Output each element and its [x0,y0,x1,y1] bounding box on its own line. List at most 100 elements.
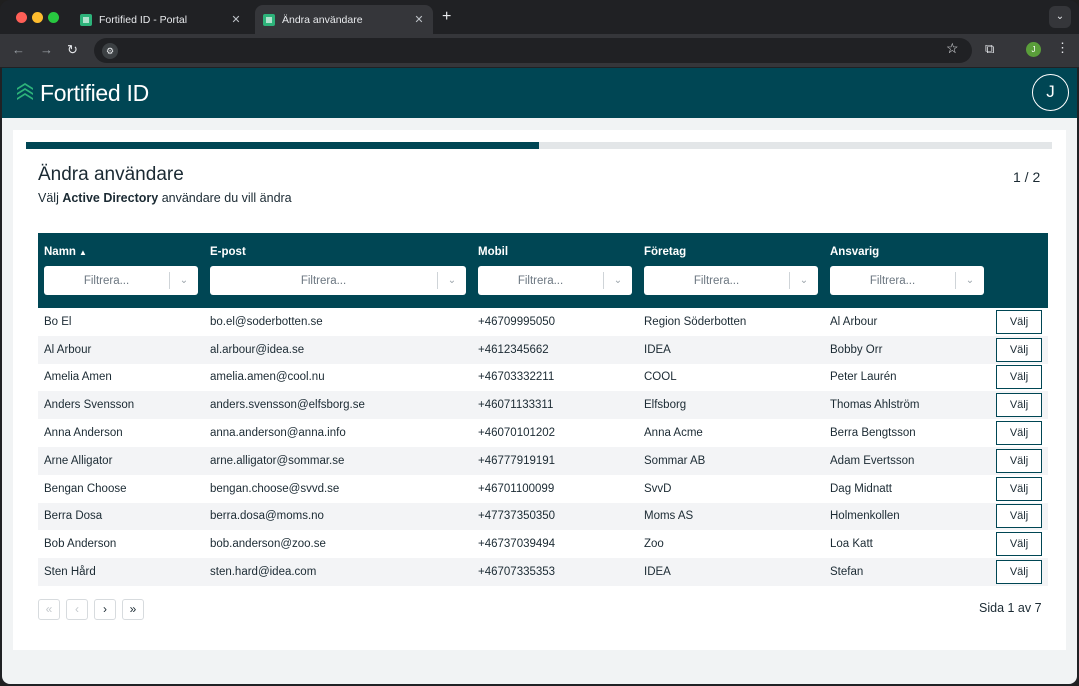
cell-action: Välj [990,558,1048,586]
cell-company: IDEA [644,566,671,579]
select-user-button[interactable]: Välj [996,393,1042,418]
filter-placeholder: Filtrera... [83,274,130,287]
chevron-down-icon[interactable]: ⌄ [790,275,818,286]
close-window-button[interactable] [16,12,27,23]
select-user-button[interactable]: Välj [996,421,1042,446]
cell-responsible: Dag Midnatt [830,482,893,495]
cell-responsible: Holmenkollen [830,510,900,523]
cell-email: bengan.choose@svvd.se [210,482,340,495]
reload-icon[interactable]: ↻ [67,42,78,58]
cell-action: Välj [990,308,1048,336]
cell-action: Välj [990,364,1048,392]
progress-fill [26,142,539,149]
select-user-button[interactable]: Välj [996,476,1042,501]
column-label: Företag [644,246,687,258]
cell-company: Sommar AB [644,454,706,467]
sort-ascending-icon[interactable]: ▲ [79,248,87,257]
select-user-button[interactable]: Välj [996,337,1042,362]
cell-email: anders.svensson@elfsborg.se [210,399,365,412]
last-page-button[interactable]: » [122,599,144,620]
filter-epost[interactable]: Filtrera... ⌄ [210,266,466,295]
filter-placeholder: Filtrera... [693,274,740,287]
filter-foretag[interactable]: Filtrera... ⌄ [644,266,818,295]
table-header-row: Namn▲ Filtrera... ⌄ E-post Filtrera... [38,233,1048,308]
cell-responsible: Stefan [830,566,864,579]
cell-responsible: Peter Laurén [830,371,897,384]
cell-responsible: Thomas Ahlström [830,399,920,412]
column-label: E-post [210,246,246,258]
tab-andra-anvandare[interactable]: Ändra användare ✕ [255,5,433,34]
cell-name: Arne Alligator [44,454,113,467]
back-arrow-icon[interactable]: ← [12,42,25,57]
brand-name: Fortified ID [40,80,149,106]
users-table: Namn▲ Filtrera... ⌄ E-post Filtrera... [38,233,1048,586]
tab-search-icon[interactable]: ⌄ [1049,6,1071,28]
select-user-button[interactable]: Välj [996,448,1042,473]
chevron-down-icon[interactable]: ⌄ [170,275,198,286]
close-tab-icon[interactable]: ✕ [413,13,425,26]
cell-action: Välj [990,530,1048,558]
maximize-window-button[interactable] [48,12,59,23]
column-label[interactable]: Namn [44,246,76,258]
cell-responsible: Bobby Orr [830,343,883,356]
cell-name: Amelia Amen [44,371,112,384]
select-user-button[interactable]: Välj [996,560,1042,585]
filter-mobil[interactable]: Filtrera... ⌄ [478,266,632,295]
filter-placeholder: Filtrera... [517,274,564,287]
subtitle-prefix: Välj [38,191,59,205]
chevron-down-icon[interactable]: ⌄ [604,275,632,286]
select-user-button[interactable]: Välj [996,365,1042,390]
tab-portal[interactable]: Fortified ID - Portal ✕ [72,5,250,34]
table-row: Sten Hård sten.hard@idea.com +46707335353 I… [38,558,1048,586]
user-avatar[interactable]: J [1032,74,1069,111]
bookmark-star-icon[interactable]: ☆ [946,40,959,57]
select-user-button[interactable]: Välj [996,532,1042,557]
filter-placeholder: Filtrera... [300,274,347,287]
new-tab-button[interactable]: + [442,8,451,26]
cell-name: Berra Dosa [44,510,103,523]
filter-namn[interactable]: Filtrera... ⌄ [44,266,198,295]
cell-action: Välj [990,336,1048,364]
previous-page-button[interactable]: ‹ [66,599,88,620]
browser-profile-avatar[interactable]: J [1026,42,1041,57]
select-user-button[interactable]: Välj [996,309,1042,334]
content-card: Ändra användare Välj Active Directory an… [13,130,1066,650]
browser-toolbar: ← → ↻ ⚙ [0,34,1079,67]
page-subtitle: Välj Active Directory användare du vill … [38,191,292,205]
minimize-window-button[interactable] [32,12,43,23]
cell-email: anna.anderson@anna.info [210,427,346,440]
fortified-favicon-icon [263,13,275,26]
cell-company: SvvD [644,482,672,495]
filter-placeholder: Filtrera... [869,274,916,287]
cell-name: Bengan Choose [44,482,127,495]
chevron-down-icon[interactable]: ⌄ [438,275,466,286]
table-row: Al Arbour al.arbour@idea.se +4612345662 IDE… [38,335,1048,364]
fortified-logo-icon [17,83,33,100]
close-tab-icon[interactable]: ✕ [230,13,242,26]
select-user-button[interactable]: Välj [996,504,1042,529]
chevron-down-icon[interactable]: ⌄ [956,275,984,286]
browser-menu-icon[interactable]: ⋮ [1056,40,1069,56]
page-info: Sida 1 av 7 [979,601,1042,615]
browser-window: Fortified ID - Portal ✕ Ändra användare … [0,0,1079,686]
cell-email: amelia.amen@cool.nu [210,371,325,384]
cell-name: Anders Svensson [44,399,135,412]
next-page-button[interactable]: › [94,599,116,620]
address-bar[interactable]: ⚙ [94,38,972,63]
site-info-icon[interactable]: ⚙ [102,43,118,59]
cell-email: al.arbour@idea.se [210,343,305,356]
extensions-icon[interactable]: ⧉ [985,41,994,57]
tab-title: Fortified ID - Portal [99,13,188,26]
table-row: Anna Anderson anna.anderson@anna.info +460… [38,419,1048,447]
cell-name: Al Arbour [44,343,92,356]
cell-mobile: +46701100099 [478,482,555,495]
filter-ansvarig[interactable]: Filtrera... ⌄ [830,266,984,295]
table-row: Bo El bo.el@soderbotten.se +46709995050 Reg… [38,308,1048,336]
cell-responsible: Berra Bengtsson [830,427,916,440]
forward-arrow-icon[interactable]: → [40,42,53,57]
cell-company: Zoo [644,538,664,551]
cell-email: bo.el@soderbotten.se [210,315,323,328]
cell-mobile: +46703332211 [478,371,555,384]
first-page-button[interactable]: « [38,599,60,620]
cell-responsible: Al Arbour [830,315,878,328]
